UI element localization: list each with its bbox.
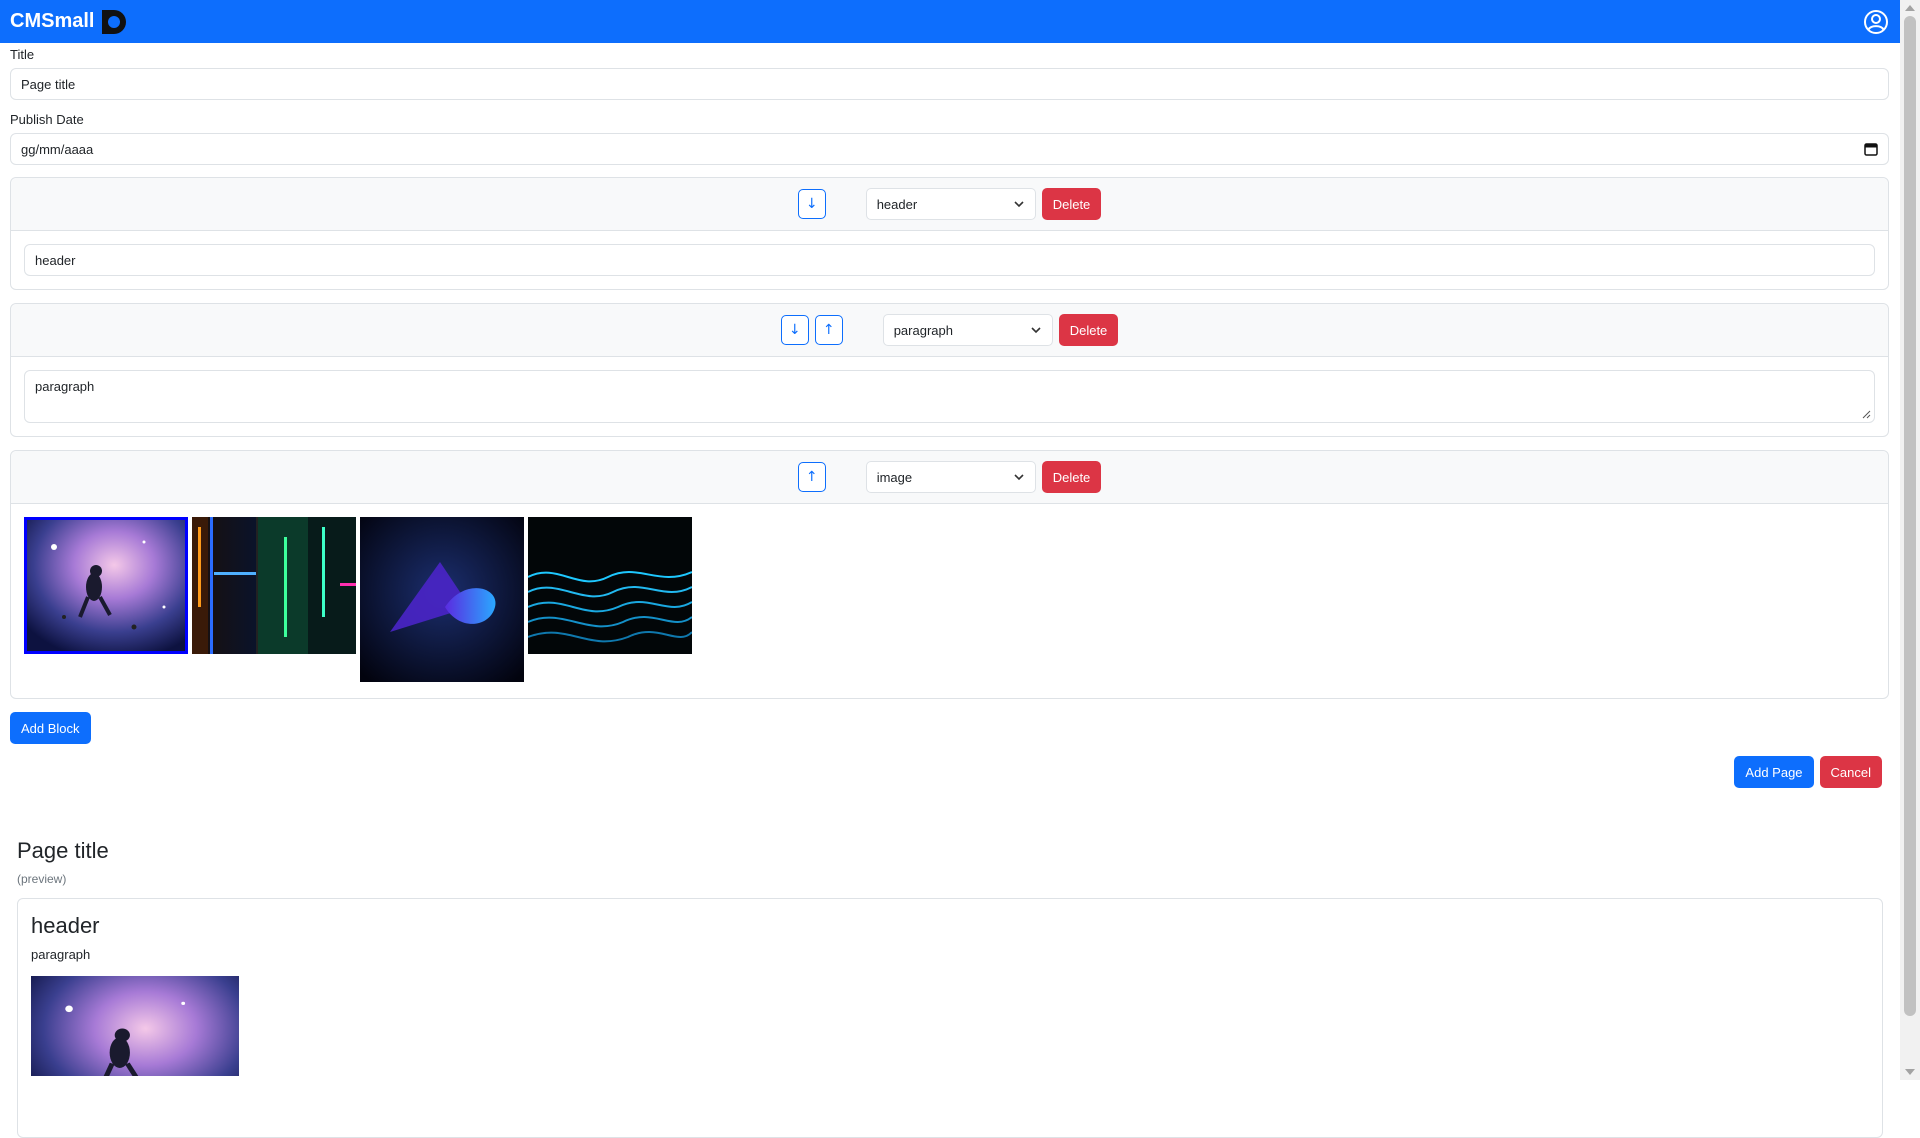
delete-block-button[interactable]: Delete — [1041, 188, 1102, 220]
title-input[interactable]: Page title — [10, 68, 1889, 100]
move-down-button[interactable]: ↓ — [797, 189, 826, 219]
publish-date-value: gg/mm/aaaa — [21, 141, 94, 157]
publish-date-label: Publish Date — [10, 112, 84, 127]
preview-header: header — [31, 913, 100, 938]
header-text-value: header — [35, 252, 76, 268]
chevron-down-icon — [1014, 201, 1024, 208]
image-option-neon[interactable] — [192, 517, 356, 654]
calendar-icon[interactable] — [1864, 142, 1878, 156]
content-block-header: ↓ header Delete header — [10, 177, 1889, 290]
page-preview: Page title (preview) header paragraph — [17, 838, 1883, 1138]
add-block-button[interactable]: Add Block — [10, 712, 91, 744]
block-type-select[interactable]: image — [865, 461, 1036, 493]
galaxy-astronaut-image — [24, 517, 188, 654]
chevron-down-icon — [1014, 474, 1024, 481]
arrow-up-icon: ↑ — [805, 469, 818, 485]
arrow-down-icon: ↓ — [788, 322, 801, 338]
scroll-up-icon[interactable] — [1905, 5, 1915, 11]
publish-date-input[interactable]: gg/mm/aaaa — [10, 133, 1889, 165]
title-label: Title — [10, 47, 35, 62]
scroll-down-icon[interactable] — [1905, 1069, 1915, 1075]
brand[interactable]: CMSmall — [10, 8, 128, 36]
block-toolbar: ↓ ↑ paragraph Delete — [11, 304, 1888, 357]
arrow-up-icon: ↑ — [822, 322, 835, 338]
image-option-waves[interactable] — [528, 517, 692, 654]
image-option-galaxy[interactable] — [24, 517, 188, 654]
block-move-controls: ↓ — [797, 189, 826, 219]
preview-subtitle: (preview) — [17, 872, 67, 886]
user-account-icon[interactable] — [1862, 8, 1890, 36]
preview-paragraph: paragraph — [31, 947, 91, 962]
content-block-image: ↑ image Delete — [10, 450, 1889, 699]
title-field-group: Title Page title — [10, 47, 1889, 100]
block-type-select[interactable]: paragraph — [882, 314, 1053, 346]
block-toolbar: ↑ image Delete — [11, 451, 1888, 504]
scrollbar-thumb[interactable] — [1904, 16, 1916, 1016]
delete-block-button[interactable]: Delete — [1041, 461, 1102, 493]
cyan-waves-image — [528, 517, 692, 654]
brand-logo-icon — [102, 9, 127, 34]
cancel-button[interactable]: Cancel — [1819, 756, 1882, 788]
block-body: paragraph — [11, 357, 1888, 436]
block-type-select[interactable]: header — [865, 188, 1036, 220]
delete-block-button[interactable]: Delete — [1058, 314, 1119, 346]
add-page-button[interactable]: Add Page — [1734, 756, 1814, 788]
block-toolbar: ↓ header Delete — [11, 178, 1888, 231]
block-body: header — [11, 231, 1888, 289]
content-block-paragraph: ↓ ↑ paragraph Delete paragraph — [10, 303, 1889, 437]
form-actions: Add Page Cancel — [10, 756, 1882, 788]
page-scrollbar[interactable] — [1900, 0, 1920, 1080]
move-up-button[interactable]: ↑ — [814, 315, 843, 345]
block-move-controls: ↓ ↑ — [780, 315, 843, 345]
title-input-value: Page title — [21, 76, 76, 92]
galaxy-astronaut-image — [31, 976, 239, 1076]
brand-name: CMSmall — [10, 10, 95, 32]
navbar: CMSmall — [0, 0, 1900, 43]
preview-image — [31, 976, 239, 1076]
move-up-button[interactable]: ↑ — [797, 462, 826, 492]
image-picker — [24, 517, 1875, 685]
move-down-button[interactable]: ↓ — [780, 315, 809, 345]
paragraph-text-value: paragraph — [35, 379, 95, 394]
block-type-value: paragraph — [893, 322, 953, 338]
page-form: Title Page title Publish Date gg/mm/aaaa… — [10, 43, 1889, 788]
image-option-abstract[interactable] — [360, 517, 524, 682]
header-text-input[interactable]: header — [24, 244, 1875, 276]
block-move-controls: ↑ — [797, 462, 826, 492]
preview-card: header paragraph — [17, 898, 1883, 1138]
preview-page-title: Page title — [17, 838, 109, 863]
arrow-down-icon: ↓ — [805, 196, 818, 212]
neon-lights-image — [192, 517, 356, 654]
abstract-blue-shape-image — [360, 517, 524, 682]
block-type-value: image — [876, 469, 913, 485]
publish-date-field-group: Publish Date gg/mm/aaaa — [10, 112, 1889, 165]
block-body — [11, 504, 1888, 698]
resize-handle-icon[interactable] — [1862, 410, 1871, 419]
block-type-value: header — [876, 196, 918, 212]
chevron-down-icon — [1031, 327, 1041, 334]
paragraph-textarea[interactable]: paragraph — [24, 370, 1875, 423]
